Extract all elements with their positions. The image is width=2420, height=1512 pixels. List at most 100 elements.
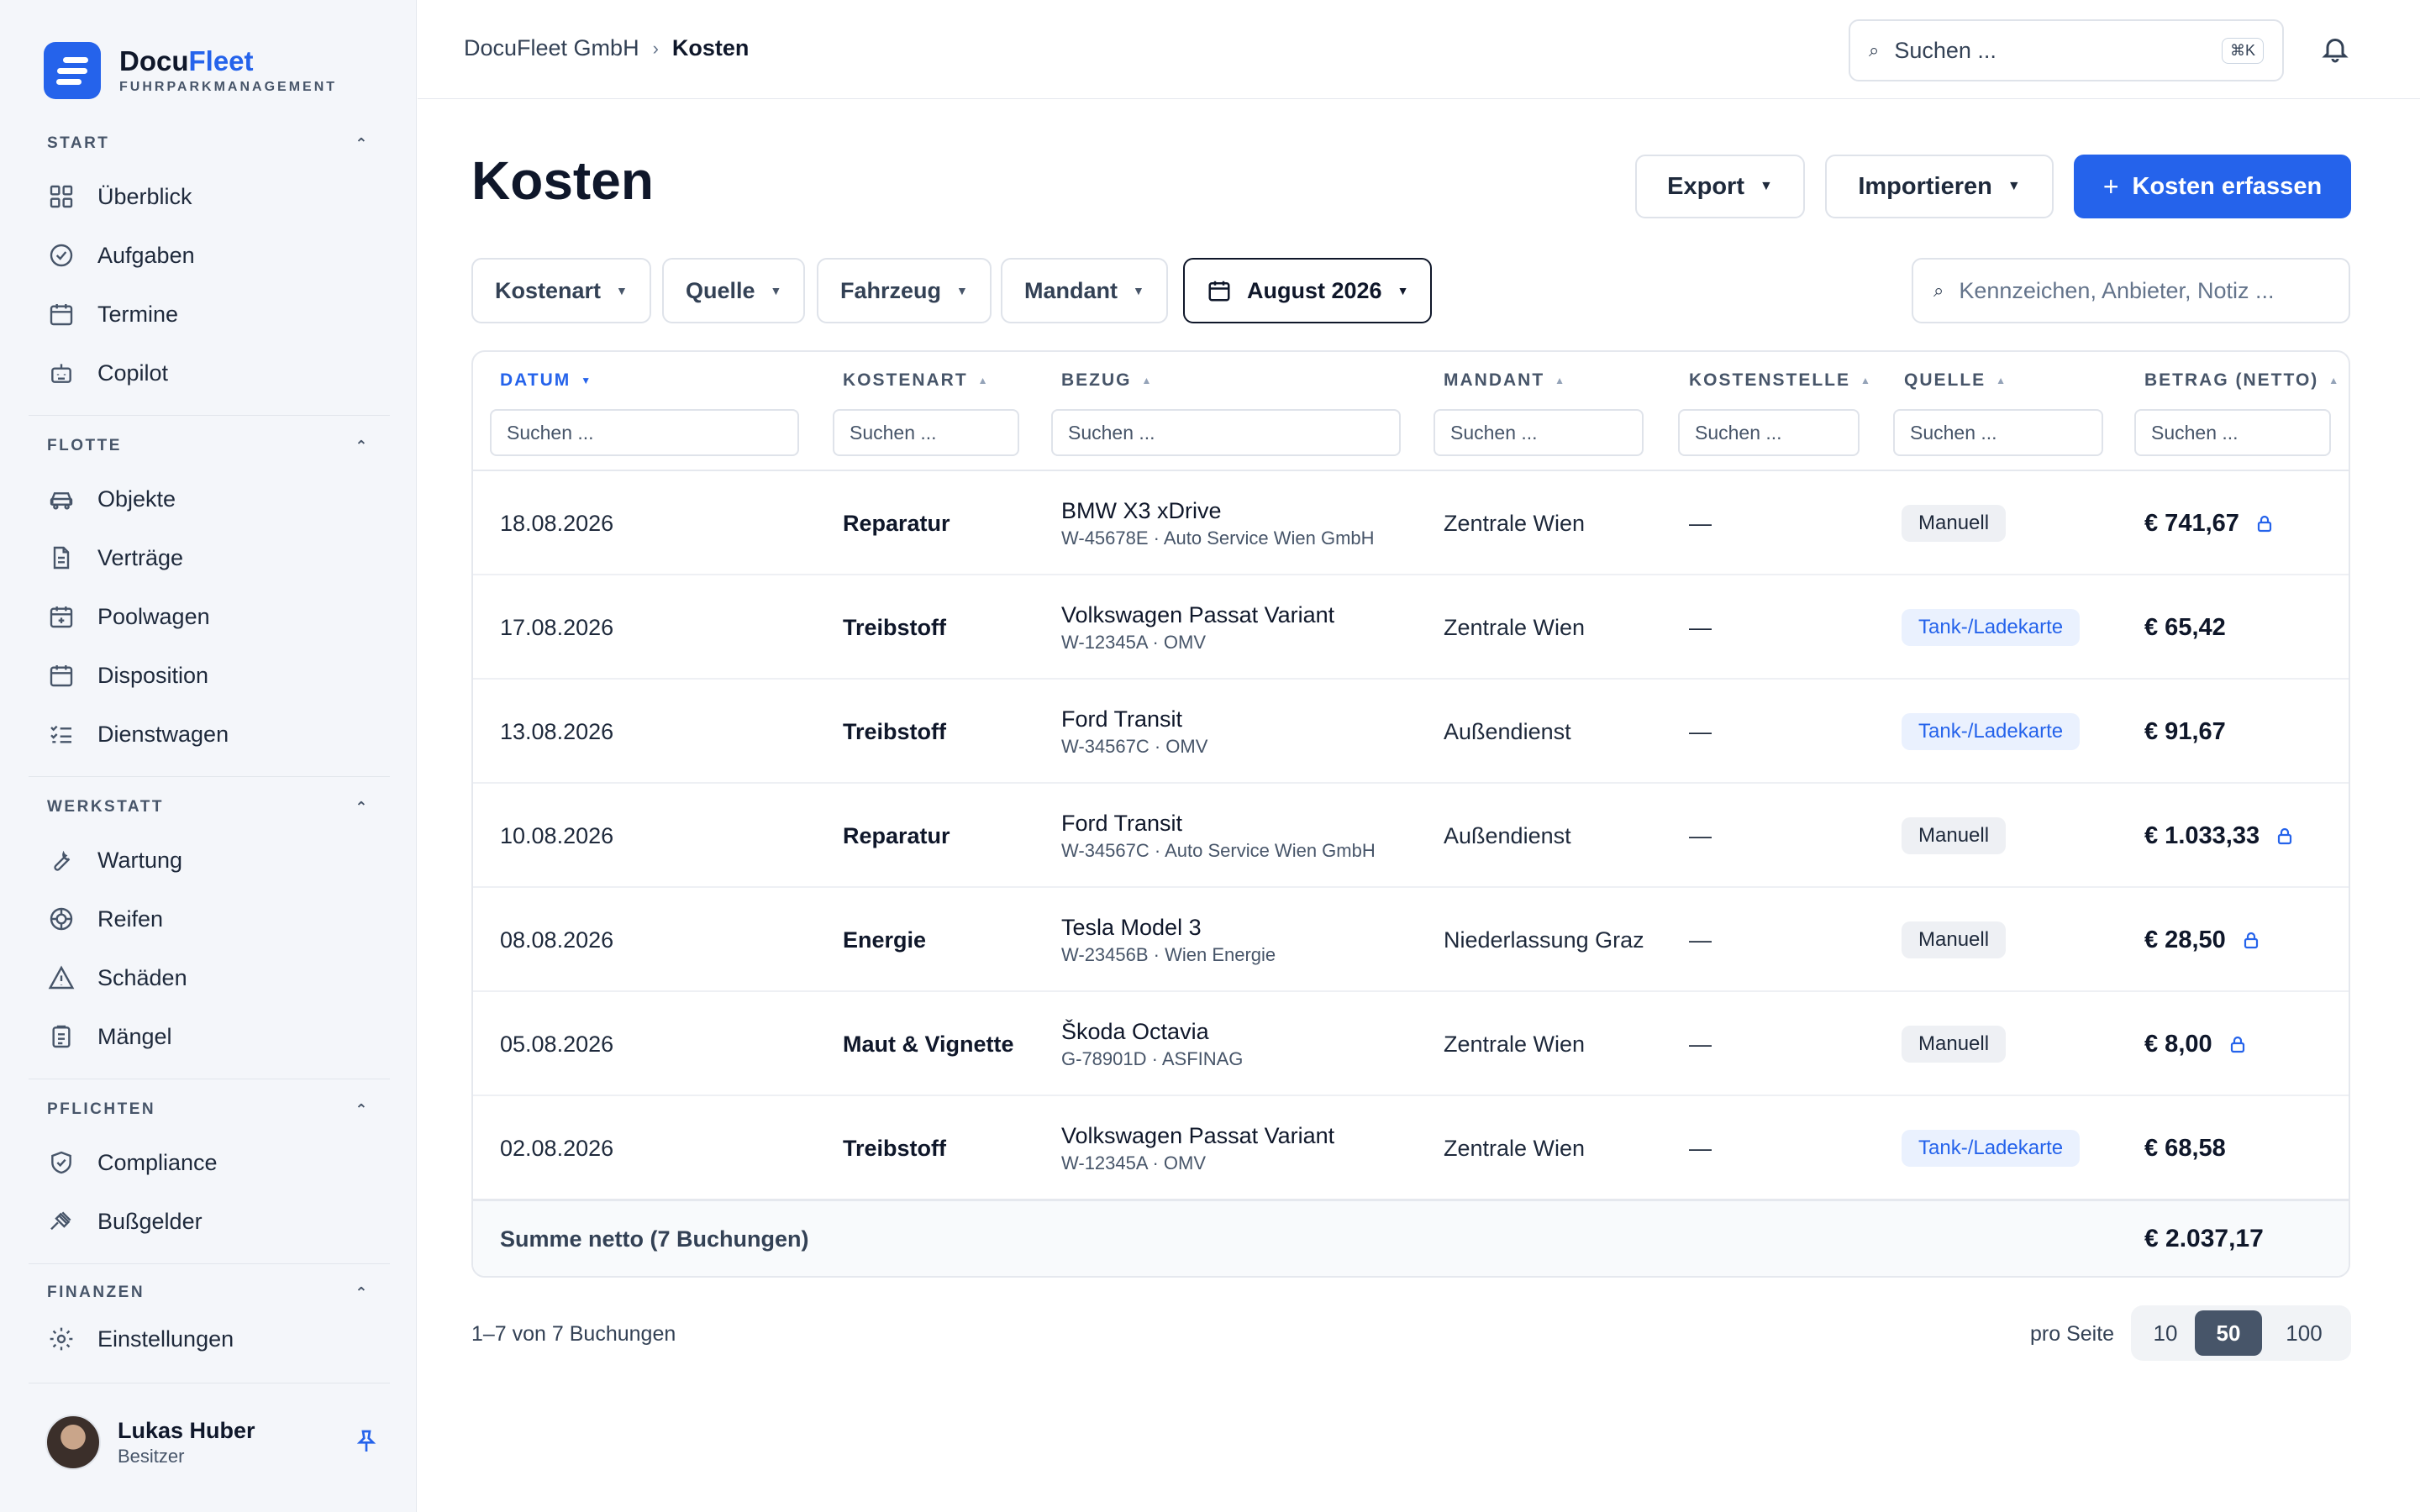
- table-search[interactable]: ⌕: [1912, 258, 2350, 323]
- search-kostenart[interactable]: [833, 409, 1019, 456]
- filter-mandant[interactable]: Mandant ▼: [1001, 258, 1168, 323]
- sidebar-item-label: Disposition: [97, 662, 209, 688]
- vehicle-name: Ford Transit: [1061, 706, 1183, 732]
- search-kostenstelle[interactable]: [1678, 409, 1860, 456]
- export-button[interactable]: Export ▼: [1635, 155, 1805, 218]
- add-cost-button[interactable]: + Kosten erfassen: [2074, 155, 2351, 218]
- divider: [29, 776, 390, 777]
- search-datum[interactable]: [490, 409, 799, 456]
- vehicle-detail: G-78901D · ASFINAG: [1061, 1047, 1244, 1069]
- sidebar-item-label: Poolwagen: [97, 603, 210, 629]
- search-quelle[interactable]: [1893, 409, 2103, 456]
- table-row[interactable]: 05.08.2026 Maut & Vignette Škoda Octavia G-…: [473, 992, 2349, 1096]
- nav-group-werkstatt[interactable]: WERKSTATT ⌃: [47, 798, 370, 816]
- sidebar-item-disposition[interactable]: Disposition: [47, 652, 383, 699]
- chevron-up-icon: ⌃: [355, 1284, 370, 1299]
- sidebar-item-objekte[interactable]: Objekte: [47, 475, 383, 522]
- cell-cost-center: —: [1689, 1031, 1712, 1057]
- sidebar-item-label: Termine: [97, 301, 179, 327]
- table-search-input[interactable]: [1959, 277, 2328, 304]
- sum-label: Summe netto (7 Buchungen): [500, 1226, 809, 1252]
- filter-kostenart[interactable]: Kostenart ▼: [471, 258, 651, 323]
- chevron-up-icon: ⌃: [355, 437, 370, 454]
- vehicle-detail: W-12345A · OMV: [1061, 1152, 1206, 1173]
- table-row[interactable]: 17.08.2026 Treibstoff Volkswagen Passat Va…: [473, 575, 2349, 680]
- search-icon: ⌕: [1869, 39, 1880, 60]
- col-datum[interactable]: DATUM ▼: [500, 370, 592, 391]
- filter-date[interactable]: August 2026 ▼: [1183, 258, 1433, 323]
- global-search[interactable]: ⌕ Suchen ... ⌘K: [1849, 19, 2284, 81]
- cell-client: Niederlassung Graz: [1444, 927, 1644, 953]
- sidebar-item-label: Bußgelder: [97, 1208, 203, 1234]
- col-kostenart[interactable]: KOSTENART ▲: [843, 370, 990, 391]
- cost-table: DATUM ▼ KOSTENART ▲ BEZUG ▲ MANDANT ▲ KOSTEN…: [471, 350, 2350, 1278]
- table-row[interactable]: 10.08.2026 Reparatur Ford Transit W-34567C …: [473, 784, 2349, 888]
- col-quelle[interactable]: QUELLE ▲: [1904, 370, 2007, 391]
- col-kostenstelle[interactable]: KOSTENSTELLE ▲: [1689, 370, 1872, 391]
- table-row[interactable]: 13.08.2026 Treibstoff Ford Transit W-34567C…: [473, 680, 2349, 784]
- sidebar-item-termine[interactable]: Termine: [47, 291, 383, 338]
- sidebar-item-einstellungen[interactable]: Einstellungen: [47, 1315, 383, 1362]
- per-page-100[interactable]: 100: [2262, 1310, 2346, 1356]
- cell-client: Zentrale Wien: [1444, 1031, 1586, 1057]
- nav-group-flotte[interactable]: FLOTTE ⌃: [47, 437, 370, 455]
- per-page-10[interactable]: 10: [2136, 1310, 2195, 1356]
- sidebar-item-maengel[interactable]: Mängel: [47, 1013, 383, 1060]
- brand[interactable]: DocuFleet FUHRPARKMANAGEMENT: [44, 42, 337, 99]
- cell-type: Treibstoff: [843, 614, 947, 640]
- sidebar-item-schaeden[interactable]: Schäden: [47, 954, 383, 1001]
- search-bezug[interactable]: [1051, 409, 1401, 456]
- sidebar-item-label: Schäden: [97, 964, 187, 990]
- filter-fahrzeug[interactable]: Fahrzeug ▼: [817, 258, 992, 323]
- search-mandant[interactable]: [1434, 409, 1644, 456]
- sidebar-item-ueberblick[interactable]: Überblick: [47, 173, 383, 220]
- user-profile[interactable]: Lukas Huber Besitzer: [45, 1413, 381, 1472]
- caret-down-icon: ▼: [1133, 284, 1144, 297]
- sidebar-item-vertraege[interactable]: Verträge: [47, 534, 383, 581]
- table-row[interactable]: 02.08.2026 Treibstoff Volkswagen Passat Va…: [473, 1096, 2349, 1200]
- sidebar-item-poolwagen[interactable]: Poolwagen: [47, 593, 383, 640]
- nav-group-finanzen[interactable]: FINANZEN ⌃: [47, 1284, 370, 1299]
- avatar: [45, 1415, 101, 1470]
- cell-client: Zentrale Wien: [1444, 510, 1586, 536]
- caret-down-icon: ▼: [2007, 179, 2021, 193]
- nav-group-pflichten[interactable]: PFLICHTEN ⌃: [47, 1100, 370, 1119]
- per-page-50[interactable]: 50: [2195, 1310, 2262, 1356]
- col-betrag[interactable]: BETRAG (NETTO) ▲: [2144, 370, 2340, 391]
- cell-client: Außendienst: [1444, 822, 1571, 848]
- bell-icon[interactable]: [2320, 34, 2352, 66]
- nav-group-start[interactable]: START ⌃: [47, 134, 370, 153]
- col-mandant[interactable]: MANDANT ▲: [1444, 370, 1566, 391]
- pin-icon[interactable]: [353, 1428, 381, 1457]
- sidebar-item-dienstwagen[interactable]: Dienstwagen: [47, 711, 383, 758]
- filter-quelle[interactable]: Quelle ▼: [662, 258, 806, 323]
- sidebar-item-label: Reifen: [97, 906, 164, 932]
- breadcrumb-company[interactable]: DocuFleet GmbH: [464, 35, 639, 61]
- user-role: Besitzer: [118, 1445, 185, 1467]
- brand-name: DocuFleet: [119, 45, 254, 76]
- source-badge: Manuell: [1902, 1026, 2007, 1063]
- gavel-icon: [47, 1207, 76, 1236]
- sidebar-item-compliance[interactable]: Compliance: [47, 1139, 383, 1186]
- table-row[interactable]: 08.08.2026 Energie Tesla Model 3 W-23456B ·…: [473, 888, 2349, 992]
- sidebar-item-wartung[interactable]: Wartung: [47, 837, 383, 884]
- clipboard-icon: [47, 1022, 76, 1051]
- cell-date: 02.08.2026: [500, 1135, 614, 1161]
- sort-icon: ▲: [2328, 375, 2341, 386]
- sidebar-item-aufgaben[interactable]: Aufgaben: [47, 232, 383, 279]
- table-row[interactable]: 18.08.2026 Reparatur BMW X3 xDrive W-45678E…: [473, 471, 2349, 575]
- vehicle-detail: W-12345A · OMV: [1061, 631, 1206, 653]
- wrench-icon: [47, 846, 76, 874]
- import-button[interactable]: Importieren ▼: [1825, 155, 2054, 218]
- sidebar-item-bussgelder[interactable]: Bußgelder: [47, 1198, 383, 1245]
- amount-value: € 28,50: [2144, 926, 2226, 953]
- cell-date: 10.08.2026: [500, 822, 614, 848]
- vehicle-detail: W-23456B · Wien Energie: [1061, 943, 1276, 965]
- sidebar-item-copilot[interactable]: Copilot: [47, 349, 383, 396]
- sidebar-item-reifen[interactable]: Reifen: [47, 895, 383, 942]
- vehicle-detail: W-34567C · Auto Service Wien GmbH: [1061, 839, 1376, 861]
- sidebar-item-label: Copilot: [97, 360, 169, 386]
- search-betrag[interactable]: [2134, 409, 2331, 456]
- col-bezug[interactable]: BEZUG ▲: [1061, 370, 1153, 391]
- amount-value: € 741,67: [2144, 509, 2239, 537]
